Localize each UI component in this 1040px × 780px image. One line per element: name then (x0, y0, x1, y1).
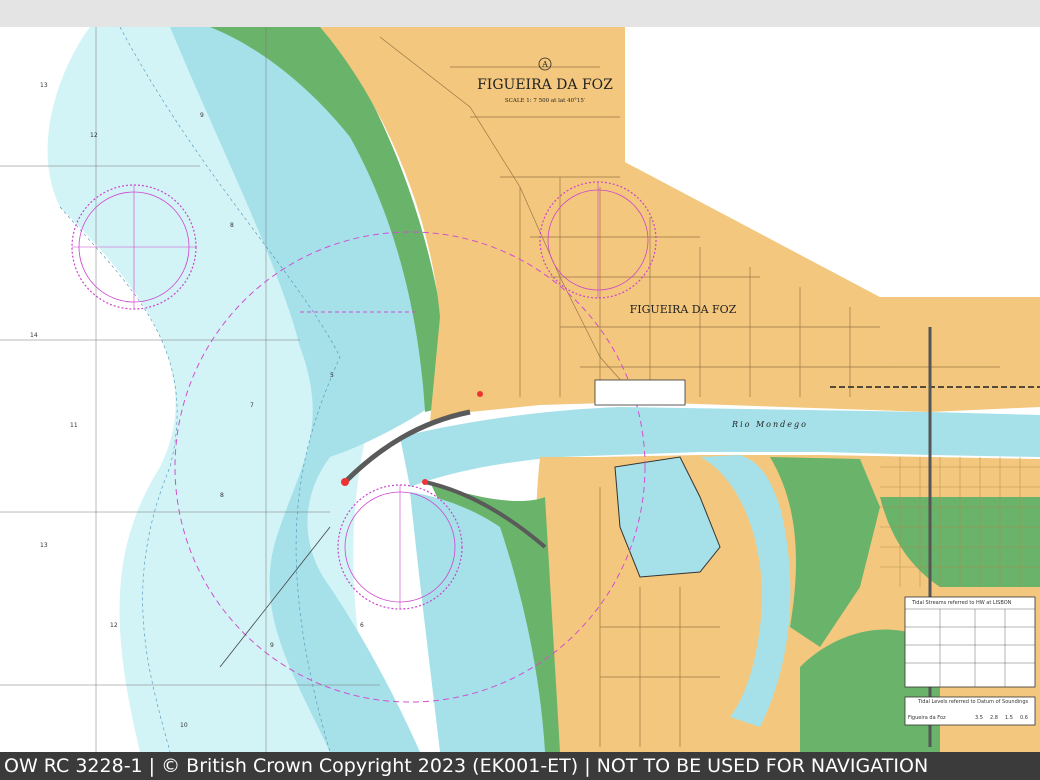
tidal-levels-place: Figueira da Foz (908, 715, 946, 721)
svg-text:13: 13 (40, 542, 48, 549)
window-top-bar (0, 0, 1040, 28)
town-label: FIGUEIRA DA FOZ (630, 303, 737, 316)
tidal-level-value: 1.5 (1005, 715, 1013, 721)
tidal-levels-title: Tidal Levels referred to Datum of Soundi… (917, 699, 1029, 705)
svg-text:12: 12 (90, 132, 98, 139)
panel-letter: A (541, 60, 548, 69)
svg-text:10: 10 (180, 722, 188, 729)
river-label: Rio Mondego (731, 420, 808, 429)
svg-text:7: 7 (250, 402, 254, 409)
copyright-footer: OW RC 3228-1 | © British Crown Copyright… (0, 752, 1040, 780)
harbour-light (477, 391, 483, 397)
svg-text:8: 8 (230, 222, 234, 229)
tidal-streams-panel: Tidal Streams referred to HW at LISBON (904, 596, 1036, 688)
svg-text:8: 8 (220, 492, 224, 499)
svg-text:5: 5 (330, 372, 334, 379)
tidal-streams-title: Tidal Streams referred to HW at LISBON (911, 600, 1012, 606)
svg-text:14: 14 (30, 332, 38, 339)
svg-text:13: 13 (40, 82, 48, 89)
tidal-level-value: 3.5 (975, 715, 983, 721)
chart-scale: SCALE 1: 7 500 at lat 40°15′ (505, 98, 586, 104)
svg-text:6: 6 (360, 622, 364, 629)
tidal-level-value: 2.8 (990, 715, 998, 721)
tidal-levels-panel: Tidal Levels referred to Datum of Soundi… (904, 696, 1036, 726)
svg-text:11: 11 (70, 422, 78, 429)
north-pier-light (341, 478, 349, 486)
nautical-chart[interactable]: 13 12 14 11 13 12 9 8 7 8 9 10 5 6 Tidal Streams … (0, 27, 1040, 752)
svg-text:9: 9 (270, 642, 274, 649)
svg-text:12: 12 (110, 622, 118, 629)
tidal-level-value: 0.6 (1020, 715, 1028, 721)
marina-pontoon (594, 379, 686, 406)
svg-text:9: 9 (200, 112, 204, 119)
chart-title: FIGUEIRA DA FOZ (477, 77, 613, 93)
south-pier-light (422, 479, 428, 485)
